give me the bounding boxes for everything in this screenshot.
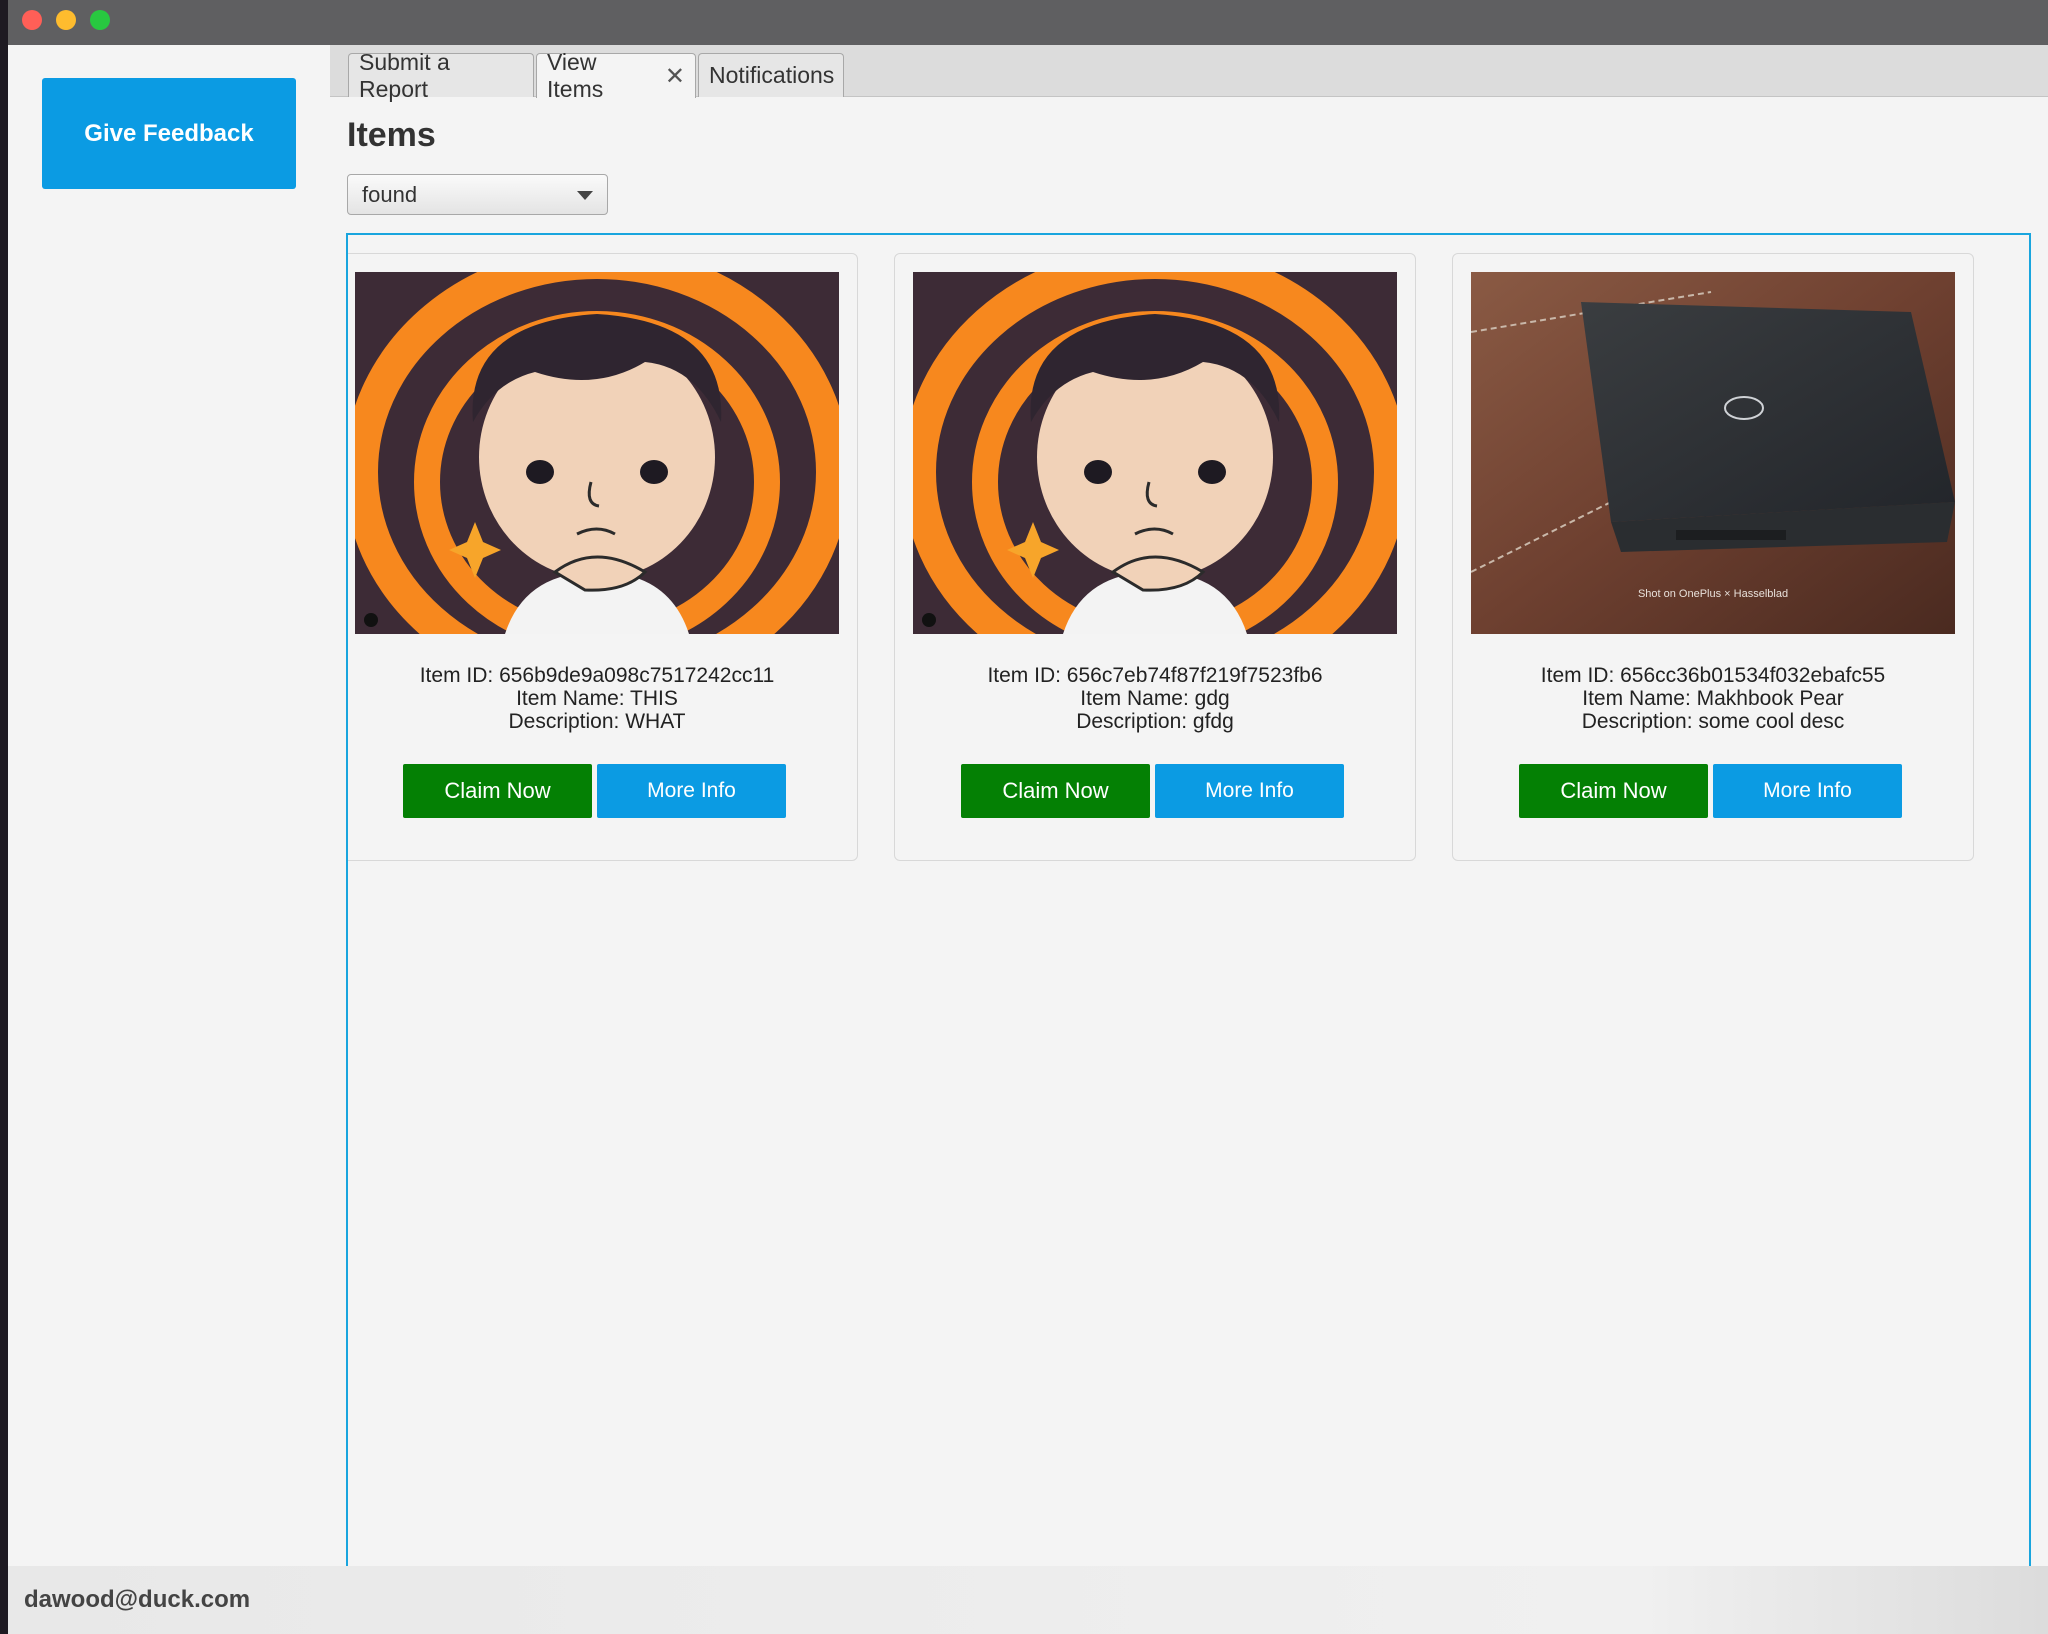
app-window: Give Feedback Submit a Report View Items…: [8, 0, 2048, 1634]
close-window-button[interactable]: [22, 10, 42, 30]
title-bar: [8, 0, 2048, 45]
items-scroll-pane[interactable]: Item ID: 656b9de9a098c7517242cc11 Item N…: [346, 233, 2031, 1598]
minimize-window-button[interactable]: [56, 10, 76, 30]
more-info-button[interactable]: More Info: [1155, 764, 1344, 818]
close-tab-icon[interactable]: ✕: [665, 62, 685, 91]
claim-now-button[interactable]: Claim Now: [403, 764, 592, 818]
tab-bar: Submit a Report View Items ✕ Notificatio…: [330, 45, 2048, 102]
item-name-text: Item Name: gdg: [1080, 687, 1230, 710]
item-card: Item ID: 656b9de9a098c7517242cc11 Item N…: [348, 253, 858, 861]
item-description-text: Description: gfdg: [1076, 710, 1234, 733]
item-id-text: Item ID: 656b9de9a098c7517242cc11: [419, 664, 775, 687]
tab-label: Submit a Report: [359, 48, 450, 102]
item-details: Item ID: 656cc36b01534f032ebafc55 Item N…: [1453, 664, 1973, 733]
main-content: Submit a Report View Items ✕ Notificatio…: [330, 45, 2048, 1598]
item-description-text: Description: WHAT: [508, 710, 686, 733]
item-image-laptop: Shot on OnePlus × Hasselblad: [1471, 272, 1955, 634]
item-card: Shot on OnePlus × Hasselblad Item ID: 65…: [1452, 253, 1974, 861]
give-feedback-button[interactable]: Give Feedback: [42, 78, 296, 189]
item-image-avatar: [913, 272, 1397, 634]
item-description-text: Description: some cool desc: [1581, 710, 1845, 733]
sidebar: Give Feedback: [8, 45, 330, 1566]
maximize-window-button[interactable]: [90, 10, 110, 30]
item-image-avatar: [355, 272, 839, 634]
claim-now-button[interactable]: Claim Now: [1519, 764, 1708, 818]
item-id-text: Item ID: 656cc36b01534f032ebafc55: [1540, 664, 1886, 687]
status-filter-dropdown[interactable]: found: [347, 174, 608, 215]
more-info-button[interactable]: More Info: [1713, 764, 1902, 818]
item-id-text: Item ID: 656c7eb74f87f219f7523fb6: [987, 664, 1323, 687]
tab-label: Notifications: [709, 62, 835, 88]
item-details: Item ID: 656b9de9a098c7517242cc11 Item N…: [348, 664, 857, 733]
tab-submit-report[interactable]: Submit a Report: [348, 49, 534, 102]
item-name-text: Item Name: THIS: [516, 687, 678, 710]
page-title: Items: [347, 116, 436, 154]
tab-label: View Items: [547, 49, 604, 102]
status-bar: dawood@duck.com: [8, 1566, 2048, 1634]
chevron-down-icon: [577, 191, 593, 200]
item-card: Item ID: 656c7eb74f87f219f7523fb6 Item N…: [894, 253, 1416, 861]
user-email: dawood@duck.com: [24, 1586, 251, 1613]
item-details: Item ID: 656c7eb74f87f219f7523fb6 Item N…: [895, 664, 1415, 733]
dropdown-selected-value: found: [362, 181, 418, 207]
claim-now-button[interactable]: Claim Now: [961, 764, 1150, 818]
tab-view-items[interactable]: View Items ✕: [536, 49, 696, 102]
photo-watermark: Shot on OnePlus × Hasselblad: [1638, 588, 1788, 600]
item-name-text: Item Name: Makhbook Pear: [1582, 687, 1844, 710]
more-info-button[interactable]: More Info: [597, 764, 786, 818]
tab-notifications[interactable]: Notifications: [698, 53, 844, 97]
